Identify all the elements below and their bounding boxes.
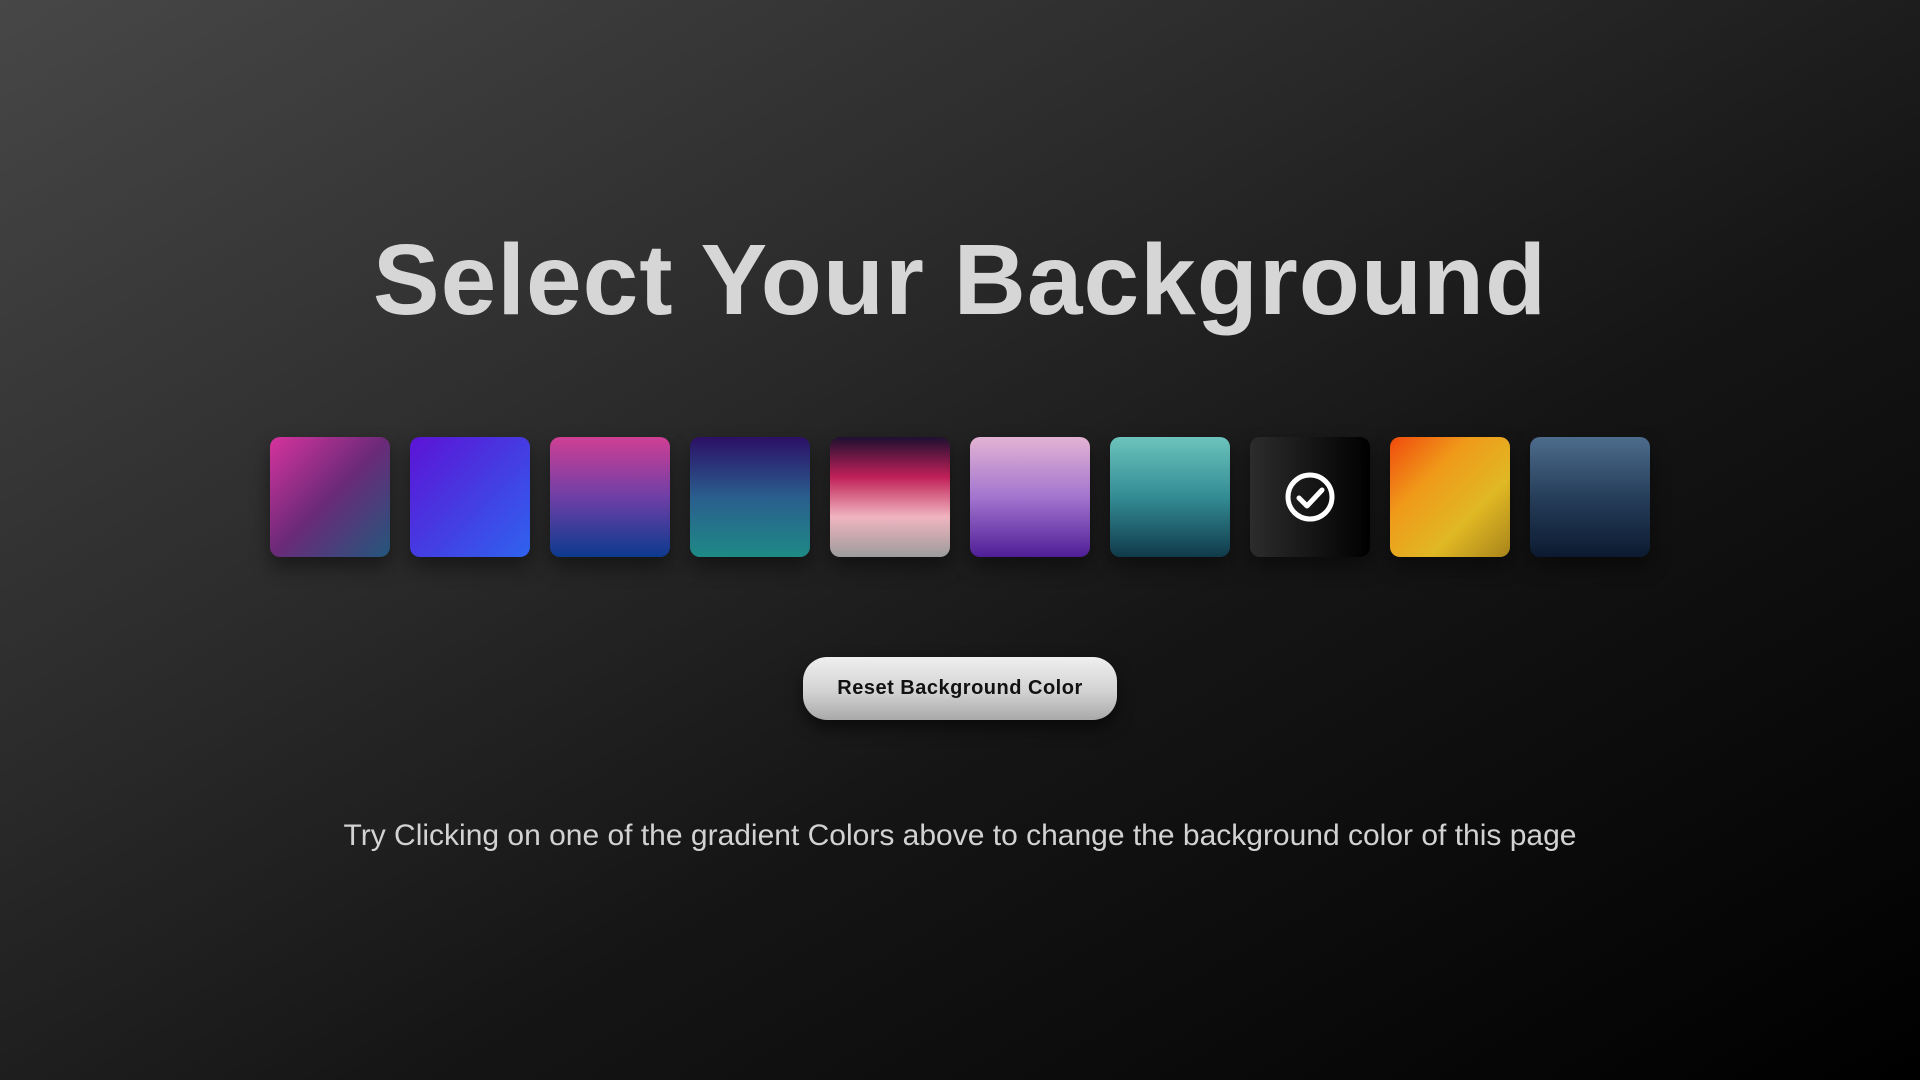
swatch-aqua-deep-teal[interactable] [1110, 437, 1230, 557]
swatch-violet-blue[interactable] [410, 437, 530, 557]
gradient-swatch-list [270, 437, 1650, 557]
swatch-pink-navy[interactable] [550, 437, 670, 557]
instruction-text: Try Clicking on one of the gradient Colo… [343, 819, 1577, 852]
swatch-charcoal-black[interactable] [1250, 437, 1370, 557]
page-title: Select Your Background [372, 224, 1548, 336]
swatch-orange-gold[interactable] [1390, 437, 1510, 557]
reset-background-button[interactable]: Reset Background Color [803, 657, 1117, 720]
check-circle-icon [1283, 470, 1337, 524]
swatch-dark-crimson-gray[interactable] [830, 437, 950, 557]
swatch-indigo-teal[interactable] [690, 437, 810, 557]
swatch-slate-navy[interactable] [1530, 437, 1650, 557]
swatch-lilac-purple[interactable] [970, 437, 1090, 557]
swatch-magenta-teal[interactable] [270, 437, 390, 557]
